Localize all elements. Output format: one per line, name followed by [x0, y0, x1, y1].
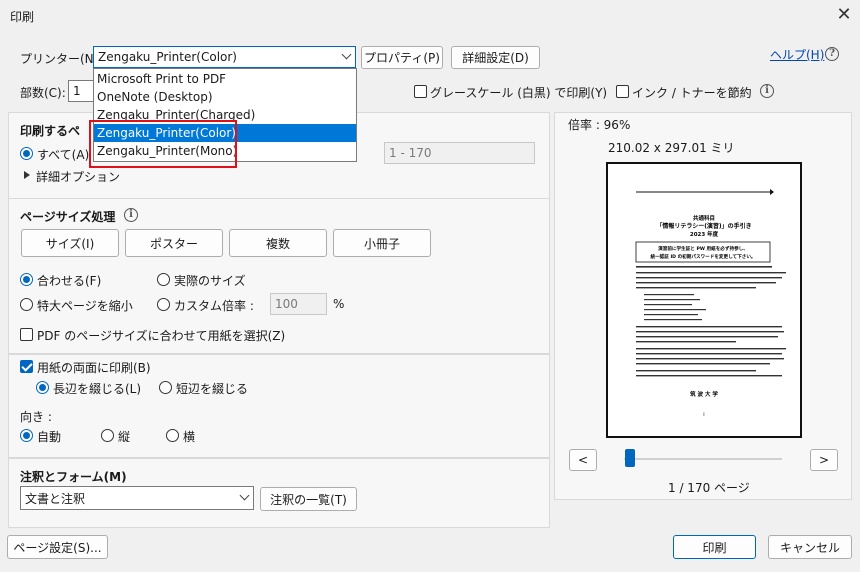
booklet-button[interactable]: 小冊子	[333, 229, 431, 257]
info-icon[interactable]: i	[124, 208, 138, 222]
window-title: 印刷	[10, 10, 35, 24]
fit-label: 合わせる(F)	[37, 274, 102, 288]
short-edge-label: 短辺を綴じる	[176, 382, 249, 396]
page-indicator: 1 / 170 ページ	[668, 481, 750, 495]
pdf-paper-label: PDF のページサイズに合わせて用紙を選択(Z)	[37, 329, 286, 343]
printer-select[interactable]: Zengaku_Printer(Color)	[93, 46, 356, 68]
annotations-selected-value: 文書と注釈	[25, 491, 86, 506]
printer-option[interactable]: OneNote (Desktop)	[94, 88, 356, 106]
orientation-landscape-radio[interactable]	[166, 429, 179, 442]
help-icon[interactable]: ?	[825, 47, 839, 61]
actual-size-label: 実際のサイズ	[174, 274, 246, 288]
fit-radio[interactable]	[20, 273, 33, 286]
info-icon[interactable]: i	[760, 84, 774, 98]
page-range-input[interactable]: 1 - 170	[384, 142, 535, 164]
orientation-auto-radio[interactable]	[20, 429, 33, 442]
save-ink-checkbox[interactable]	[616, 85, 629, 98]
annotations-title: 注釈とフォーム(M)	[20, 470, 127, 484]
doc-box-line2: 統一認証 ID の初期パスワードを変更して下さい。	[650, 253, 755, 260]
grayscale-label: グレースケール (白黒) で印刷(Y)	[430, 86, 608, 100]
page-preview: 共通科目 「情報リテラシー(演習)」の手引き 2023 年度 演習前に学生証と …	[606, 162, 802, 438]
help-link[interactable]: ヘルプ(H)	[770, 46, 824, 63]
more-options-label[interactable]: 詳細オプション	[36, 168, 120, 185]
page-slider-track[interactable]	[624, 458, 782, 460]
chevron-down-icon	[341, 49, 352, 60]
page-preview-content: 共通科目 「情報リテラシー(演習)」の手引き 2023 年度 演習前に学生証と …	[635, 189, 786, 418]
orientation-portrait-label: 縦	[118, 430, 131, 444]
pages-all-radio[interactable]	[20, 147, 33, 160]
advanced-button[interactable]: 詳細設定(D)	[451, 46, 540, 69]
duplex-checkbox[interactable]	[20, 360, 33, 373]
copies-label: 部数(C):	[20, 86, 66, 100]
printer-option[interactable]: Microsoft Print to PDF	[94, 70, 356, 88]
short-edge-radio[interactable]	[159, 381, 172, 394]
custom-scale-label: カスタム倍率 :	[174, 299, 254, 313]
shrink-label: 特大ページを縮小	[37, 299, 133, 313]
doc-page-number: i	[703, 412, 704, 418]
cancel-button[interactable]: キャンセル	[768, 535, 852, 559]
page-setup-button[interactable]: ページ設定(S)...	[7, 535, 108, 559]
zoom-label: 倍率 : 96%	[568, 118, 631, 132]
close-icon[interactable]: ✕	[832, 3, 856, 27]
printer-label: プリンター(N):	[20, 52, 103, 66]
pages-all-label: すべて(A)	[37, 148, 90, 162]
annotations-select[interactable]: 文書と注釈	[20, 486, 254, 510]
doc-title2: 「情報リテラシー(演習)」の手引き	[656, 222, 751, 230]
page-size-title: ページサイズ処理	[20, 210, 116, 224]
custom-scale-radio[interactable]	[157, 298, 170, 311]
doc-title3: 2023 年度	[690, 230, 719, 238]
custom-scale-input[interactable]: 100	[270, 293, 327, 315]
doc-title1: 共通科目	[693, 214, 715, 222]
save-ink-label: インク / トナーを節約	[632, 86, 752, 100]
page-dimensions: 210.02 x 297.01 ミリ	[608, 141, 735, 155]
poster-button[interactable]: ポスター	[125, 229, 223, 257]
page-slider-thumb[interactable]	[625, 449, 635, 467]
doc-box-line1: 演習前に学生証と PW 用紙を必ず持参し、	[658, 245, 748, 252]
shrink-radio[interactable]	[20, 298, 33, 311]
orientation-auto-label: 自動	[37, 430, 62, 444]
chevron-down-icon	[239, 490, 250, 501]
highlight-annotation-box	[89, 120, 237, 168]
properties-button[interactable]: プロパティ(P)	[361, 46, 443, 69]
title-bar	[0, 0, 860, 32]
orientation-portrait-radio[interactable]	[101, 429, 114, 442]
grayscale-checkbox[interactable]	[414, 85, 427, 98]
annotation-summary-button[interactable]: 注釈の一覧(T)	[260, 487, 357, 511]
orientation-landscape-label: 横	[183, 430, 196, 444]
doc-footer: 筑 波 大 学	[690, 390, 718, 398]
duplex-label: 用紙の両面に印刷(B)	[37, 361, 151, 375]
actual-size-radio[interactable]	[157, 273, 170, 286]
printer-selected-value: Zengaku_Printer(Color)	[98, 50, 237, 64]
print-button[interactable]: 印刷	[673, 535, 756, 559]
expand-triangle-icon[interactable]	[24, 171, 30, 179]
prev-page-button[interactable]: <	[569, 449, 597, 471]
pages-section-title: 印刷するペ	[20, 124, 81, 138]
multiple-button[interactable]: 複数	[229, 229, 327, 257]
percent-label: %	[333, 297, 345, 311]
pdf-paper-checkbox[interactable]	[20, 328, 33, 341]
long-edge-radio[interactable]	[36, 381, 49, 394]
long-edge-label: 長辺を綴じる(L)	[53, 382, 142, 396]
next-page-button[interactable]: >	[810, 449, 838, 471]
orientation-label: 向き :	[20, 410, 52, 424]
size-button[interactable]: サイズ(I)	[21, 229, 119, 257]
